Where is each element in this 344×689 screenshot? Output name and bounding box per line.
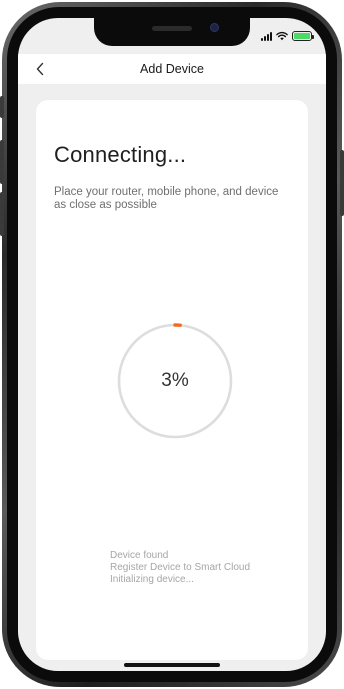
connecting-description: Place your router, mobile phone, and dev… — [54, 186, 279, 211]
connection-steps: Device found Register Device to Smart Cl… — [110, 550, 300, 586]
step-register-cloud: Register Device to Smart Cloud — [110, 562, 251, 573]
step-initializing: Initializing device... — [110, 574, 194, 585]
nav-title: Add Device — [140, 62, 204, 76]
connecting-heading: Connecting... — [54, 142, 187, 167]
battery-level — [294, 33, 310, 39]
mute-switch — [0, 96, 4, 118]
chevron-left-icon — [36, 62, 44, 76]
front-camera — [210, 23, 219, 32]
notch — [94, 18, 250, 46]
battery-charging-icon — [292, 31, 314, 41]
back-button[interactable] — [30, 58, 50, 80]
progress-percentage: 3% — [161, 370, 189, 391]
nav-bar: Add Device — [18, 54, 326, 84]
home-indicator[interactable] — [124, 663, 220, 667]
progress-ring: 3% — [116, 322, 234, 440]
phone-mockup: Add Device Connecting... Place your rout… — [0, 0, 344, 689]
speaker — [152, 26, 192, 31]
step-device-found: Device found — [110, 550, 169, 561]
status-bar-icons — [261, 30, 314, 42]
power-button — [340, 150, 344, 216]
screen: Add Device Connecting... Place your rout… — [18, 18, 326, 671]
wifi-icon — [276, 31, 288, 41]
connecting-card: Connecting... Place your router, mobile … — [36, 100, 308, 660]
volume-up-button — [0, 140, 4, 184]
volume-down-button — [0, 192, 4, 236]
signal-icon — [261, 31, 272, 41]
